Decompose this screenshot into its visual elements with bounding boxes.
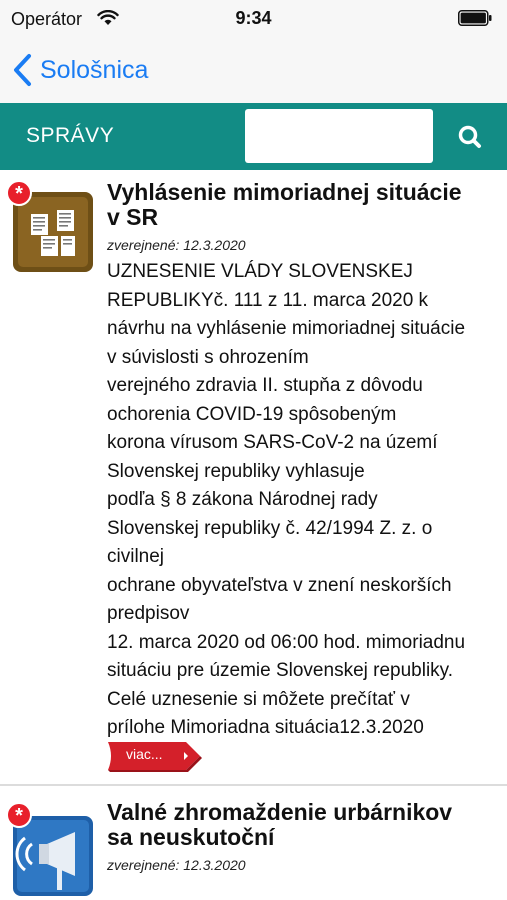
article-title: Valné zhromaždenie urbárnikov sa neuskut… bbox=[107, 799, 453, 850]
search-input[interactable] bbox=[245, 109, 433, 163]
article-title: Vyhlásenie mimoriadnej situácie v SR bbox=[107, 179, 462, 230]
battery-icon bbox=[458, 10, 492, 26]
back-button-label: Sološnica bbox=[40, 55, 149, 84]
chevron-left-icon bbox=[14, 54, 31, 86]
section-title: SPRÁVY bbox=[26, 124, 115, 147]
new-badge: * bbox=[6, 180, 32, 206]
navigation-bar: Sološnica bbox=[0, 36, 507, 104]
more-button-label: viac... bbox=[126, 746, 163, 762]
search-button[interactable] bbox=[445, 115, 495, 159]
status-bar: Operátor 9:34 bbox=[0, 0, 507, 36]
published-date: zverejnené: 12.3.2020 bbox=[107, 237, 246, 253]
search-icon bbox=[458, 125, 481, 148]
published-date: zverejnené: 12.3.2020 bbox=[107, 857, 246, 873]
new-badge: * bbox=[6, 802, 32, 828]
status-time: 9:34 bbox=[235, 8, 272, 28]
back-button[interactable]: Sološnica bbox=[12, 50, 148, 90]
megaphone-icon bbox=[13, 816, 93, 896]
article-body: UZNESENIE VLÁDY SLOVENSKEJ REPUBLIKYč. 1… bbox=[107, 261, 466, 738]
more-button[interactable]: viac... bbox=[106, 740, 202, 772]
article-item[interactable]: * Valné zhromaždenie urbárnikov sa neusk… bbox=[0, 786, 507, 900]
section-header: SPRÁVY bbox=[0, 103, 507, 170]
article-item[interactable]: * Vyhlásenie mimoriadnej situácie v SR z… bbox=[0, 170, 507, 786]
